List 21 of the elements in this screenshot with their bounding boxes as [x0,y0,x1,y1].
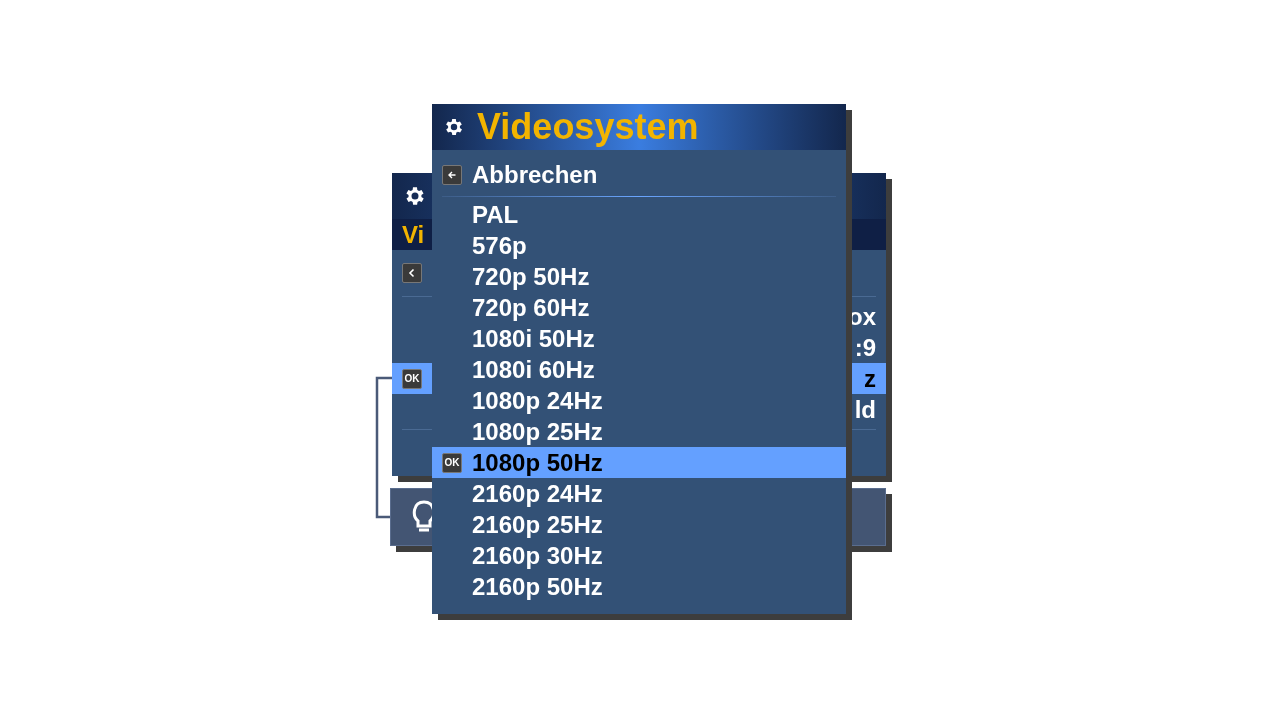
option-item[interactable]: 2160p 24Hz [432,478,846,509]
option-item[interactable]: 2160p 30Hz [432,540,846,571]
option-item[interactable]: 720p 60Hz [432,292,846,323]
ok-badge: OK [442,452,462,473]
option-item[interactable]: 1080p 24Hz [432,385,846,416]
option-item[interactable]: 2160p 50Hz [432,571,846,602]
option-item[interactable]: PAL [432,199,846,230]
back-window-title: Vi [402,219,425,250]
row-value: z [864,363,876,394]
option-item[interactable]: 2160p 25Hz [432,509,846,540]
option-item[interactable]: OK 1080p 50Hz [432,447,846,478]
option-item[interactable]: 720p 50Hz [432,261,846,292]
option-item[interactable]: 1080i 60Hz [432,354,846,385]
ok-badge: OK [402,368,422,389]
gear-icon [443,116,465,138]
option-item[interactable]: 1080i 50Hz [432,323,846,354]
option-item[interactable]: 576p [432,230,846,261]
back-icon [402,263,422,283]
option-item[interactable]: 1080p 25Hz [432,416,846,447]
cancel-item[interactable]: Abbrechen [432,160,846,190]
dialog-title: Videosystem [477,109,699,145]
